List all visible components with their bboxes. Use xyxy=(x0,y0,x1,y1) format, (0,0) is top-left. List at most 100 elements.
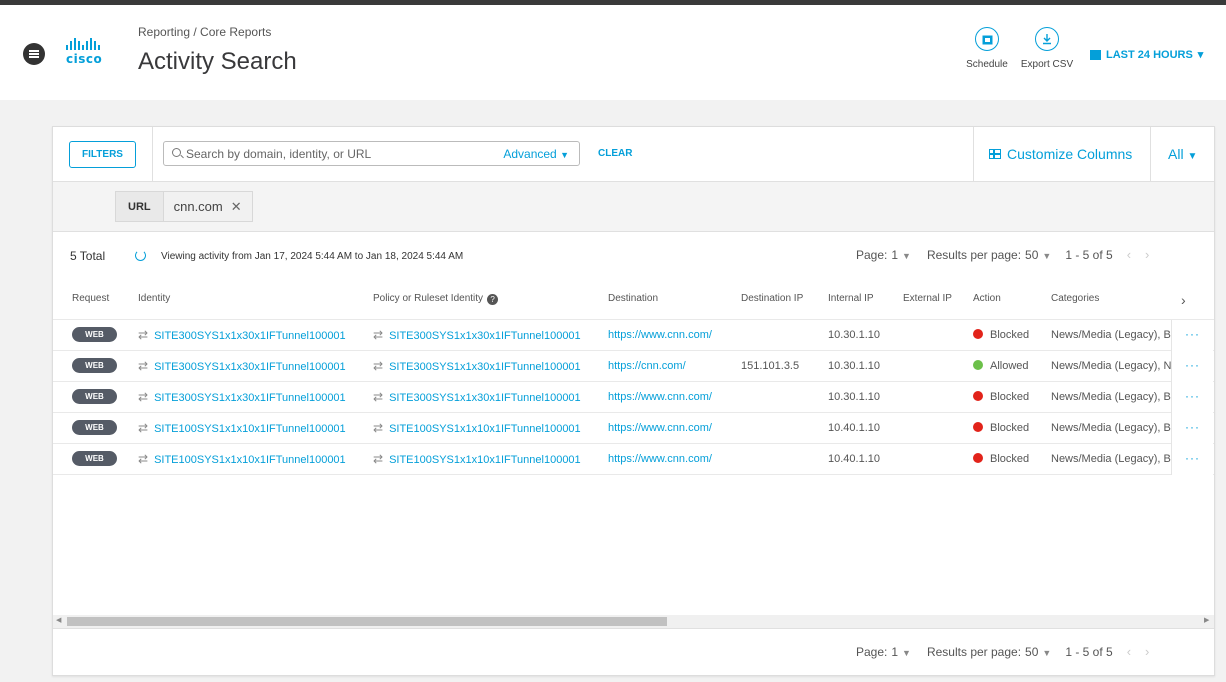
cell-destination[interactable]: https://www.cnn.com/ xyxy=(589,318,722,350)
schedule-button[interactable]: Schedule xyxy=(962,27,1012,70)
col-destination-ip[interactable]: Destination IP xyxy=(722,279,809,319)
destination-link[interactable]: https://www.cnn.com/ xyxy=(608,329,712,341)
filters-button[interactable]: FILTERS xyxy=(69,141,136,168)
customize-columns-button[interactable]: Customize Columns xyxy=(989,146,1132,162)
page-select[interactable]: 1 ▼ xyxy=(891,645,915,659)
col-identity[interactable]: Identity xyxy=(119,279,354,319)
horizontal-scrollbar[interactable]: ◀ ▶ xyxy=(53,615,1214,628)
table-row[interactable]: WEB ⇄ SITE300SYS1x1x30x1IFTunnel100001 ⇄ SIT… xyxy=(53,380,1214,412)
next-page-icon[interactable]: › xyxy=(1145,247,1149,262)
filter-bar: FILTERS Advanced ▼ CLEAR Customize Colum… xyxy=(53,127,1214,182)
advanced-label: Advanced xyxy=(503,147,557,161)
cell-external-ip xyxy=(884,411,954,443)
chevron-right-icon[interactable]: › xyxy=(1181,292,1186,308)
col-external-ip[interactable]: External IP xyxy=(884,279,954,319)
caret-down-icon: ▼ xyxy=(560,150,569,160)
policy-link[interactable]: SITE300SYS1x1x30x1IFTunnel100001 xyxy=(389,361,581,373)
clear-button[interactable]: CLEAR xyxy=(598,148,632,159)
all-dropdown[interactable]: All ▼ xyxy=(1168,146,1197,162)
cell-policy[interactable]: ⇄ SITE300SYS1x1x30x1IFTunnel100001 xyxy=(354,349,589,381)
col-internal-ip[interactable]: Internal IP xyxy=(809,279,884,319)
cell-policy[interactable]: ⇄ SITE300SYS1x1x30x1IFTunnel100001 xyxy=(354,380,589,412)
cell-destination-ip xyxy=(722,318,809,350)
policy-link[interactable]: SITE100SYS1x1x10x1IFTunnel100001 xyxy=(389,423,581,435)
identity-link[interactable]: SITE300SYS1x1x30x1IFTunnel100001 xyxy=(154,361,346,373)
table-row[interactable]: WEB ⇄ SITE100SYS1x1x10x1IFTunnel100001 ⇄ SIT… xyxy=(53,442,1214,475)
help-icon[interactable]: ? xyxy=(487,293,499,305)
hamburger-icon[interactable] xyxy=(23,43,45,65)
cell-identity[interactable]: ⇄ SITE100SYS1x1x10x1IFTunnel100001 xyxy=(119,411,354,443)
col-policy[interactable]: Policy or Ruleset Identity? xyxy=(354,279,589,319)
action-label: Blocked xyxy=(990,421,1030,434)
destination-link[interactable]: https://www.cnn.com/ xyxy=(608,391,712,403)
results-footer: Page: 1 ▼ Results per page: 50 ▼ 1 - 5 of … xyxy=(53,628,1214,675)
cell-identity[interactable]: ⇄ SITE100SYS1x1x10x1IFTunnel100001 xyxy=(119,442,354,475)
prev-page-icon[interactable]: ‹ xyxy=(1127,644,1131,659)
close-icon[interactable]: ✕ xyxy=(231,199,242,215)
status-dot-icon xyxy=(973,328,983,339)
col-action[interactable]: Action xyxy=(954,279,1032,319)
table-row[interactable]: WEB ⇄ SITE100SYS1x1x10x1IFTunnel100001 ⇄ SIT… xyxy=(53,411,1214,443)
cell-identity[interactable]: ⇄ SITE300SYS1x1x30x1IFTunnel100001 xyxy=(119,380,354,412)
more-options-icon[interactable]: ··· xyxy=(1171,351,1213,382)
cell-policy[interactable]: ⇄ SITE300SYS1x1x30x1IFTunnel100001 xyxy=(354,318,589,350)
destination-link[interactable]: https://www.cnn.com/ xyxy=(608,422,712,434)
download-icon xyxy=(1035,27,1059,51)
cell-destination[interactable]: https://www.cnn.com/ xyxy=(589,411,722,443)
destination-link[interactable]: https://cnn.com/ xyxy=(608,360,686,372)
search-box[interactable]: Advanced ▼ xyxy=(163,141,580,166)
advanced-dropdown[interactable]: Advanced ▼ xyxy=(503,147,569,161)
identity-link[interactable]: SITE100SYS1x1x10x1IFTunnel100001 xyxy=(154,423,346,435)
identity-link[interactable]: SITE300SYS1x1x30x1IFTunnel100001 xyxy=(154,330,346,342)
filter-chip-value-wrap: cnn.com ✕ xyxy=(162,192,252,221)
identity-link[interactable]: SITE300SYS1x1x30x1IFTunnel100001 xyxy=(154,392,346,404)
cell-identity[interactable]: ⇄ SITE300SYS1x1x30x1IFTunnel100001 xyxy=(119,349,354,381)
cell-destination[interactable]: https://cnn.com/ xyxy=(589,349,722,381)
tunnel-arrows-icon: ⇄ xyxy=(138,358,149,373)
next-page-icon[interactable]: › xyxy=(1145,644,1149,659)
rpp-select[interactable]: 50 ▼ xyxy=(1025,248,1055,262)
time-range-dropdown[interactable]: LAST 24 HOURS ▾ xyxy=(1090,48,1203,61)
cell-destination[interactable]: https://www.cnn.com/ xyxy=(589,442,722,475)
results-info-bar: 5 Total Viewing activity from Jan 17, 20… xyxy=(53,233,1214,279)
caret-down-icon: ▼ xyxy=(1187,151,1198,162)
prev-page-icon[interactable]: ‹ xyxy=(1127,247,1131,262)
tunnel-arrows-icon: ⇄ xyxy=(373,389,384,404)
cell-policy[interactable]: ⇄ SITE100SYS1x1x10x1IFTunnel100001 xyxy=(354,411,589,443)
scrollbar-thumb[interactable] xyxy=(67,617,667,626)
cell-policy[interactable]: ⇄ SITE100SYS1x1x10x1IFTunnel100001 xyxy=(354,442,589,475)
page-value: 1 xyxy=(891,644,899,659)
range-text: 1 - 5 of 5 xyxy=(1065,247,1113,262)
status-dot-icon xyxy=(973,421,983,432)
refresh-icon[interactable] xyxy=(135,250,146,261)
cell-identity[interactable]: ⇄ SITE300SYS1x1x30x1IFTunnel100001 xyxy=(119,318,354,350)
more-options-icon[interactable]: ··· xyxy=(1171,382,1213,413)
cell-request: WEB xyxy=(53,380,119,412)
scroll-right-icon[interactable]: ▶ xyxy=(1204,616,1209,624)
col-destination[interactable]: Destination xyxy=(589,279,722,319)
more-options-icon[interactable]: ··· xyxy=(1171,413,1213,444)
rpp-select[interactable]: 50 ▼ xyxy=(1025,645,1055,659)
destination-link[interactable]: https://www.cnn.com/ xyxy=(608,453,712,465)
calendar-icon xyxy=(1090,49,1101,60)
cell-internal-ip: 10.30.1.10 xyxy=(809,318,884,350)
col-categories[interactable]: Categories xyxy=(1032,279,1214,319)
page-label: Page: xyxy=(856,247,888,262)
table-row[interactable]: WEB ⇄ SITE300SYS1x1x30x1IFTunnel100001 ⇄ SIT… xyxy=(53,349,1214,381)
filter-chip-value: cnn.com xyxy=(173,199,223,214)
table-row[interactable]: WEB ⇄ SITE300SYS1x1x30x1IFTunnel100001 ⇄ SIT… xyxy=(53,318,1214,350)
policy-link[interactable]: SITE300SYS1x1x30x1IFTunnel100001 xyxy=(389,392,581,404)
page-select[interactable]: 1 ▼ xyxy=(891,248,915,262)
more-options-icon[interactable]: ··· xyxy=(1171,320,1213,351)
identity-link[interactable]: SITE100SYS1x1x10x1IFTunnel100001 xyxy=(154,454,346,466)
export-csv-button[interactable]: Export CSV xyxy=(1018,27,1076,70)
scroll-left-icon[interactable]: ◀ xyxy=(56,616,61,624)
col-request[interactable]: Request xyxy=(53,279,119,319)
cell-internal-ip: 10.30.1.10 xyxy=(809,349,884,381)
policy-link[interactable]: SITE100SYS1x1x10x1IFTunnel100001 xyxy=(389,454,581,466)
cell-destination[interactable]: https://www.cnn.com/ xyxy=(589,380,722,412)
search-input[interactable] xyxy=(186,145,486,163)
policy-link[interactable]: SITE300SYS1x1x30x1IFTunnel100001 xyxy=(389,330,581,342)
cell-action: Blocked xyxy=(954,411,1032,443)
more-options-icon[interactable]: ··· xyxy=(1171,444,1213,475)
